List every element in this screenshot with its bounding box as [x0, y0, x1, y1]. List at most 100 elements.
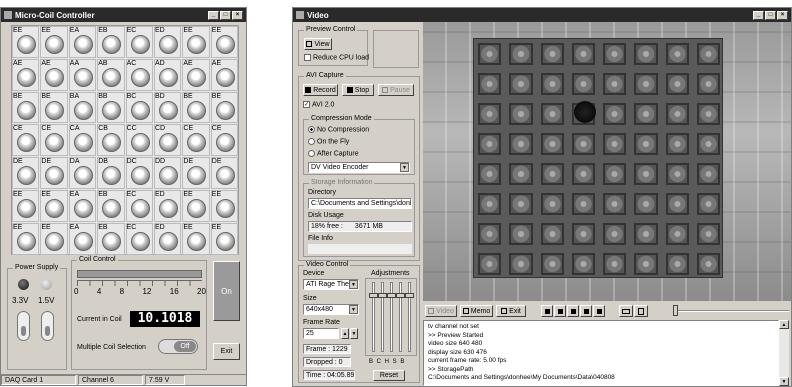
coil-cell[interactable]: BE	[182, 91, 210, 124]
switch-3v3[interactable]	[17, 311, 30, 341]
coil-cell[interactable]: EE	[210, 222, 239, 255]
coil-cell[interactable]: AA	[68, 58, 97, 91]
coil-cell[interactable]: EE	[40, 222, 68, 255]
coil-cell[interactable]: ED	[154, 26, 182, 58]
reduce-cpu-checkbox[interactable]: Reduce CPU load	[304, 54, 369, 61]
video-minimize-button[interactable]: _	[753, 10, 764, 20]
coil-cell[interactable]: BB	[97, 91, 125, 124]
coil-cell[interactable]: ED	[154, 190, 182, 222]
position-thumb[interactable]	[673, 305, 678, 316]
coil-cell[interactable]: EA	[68, 26, 97, 58]
coil-cell[interactable]: CE	[182, 124, 210, 157]
switch-1v5[interactable]	[41, 311, 54, 341]
coil-cell[interactable]: EC	[125, 26, 153, 58]
radio-on-the-fly[interactable]: On the Fly	[308, 138, 349, 145]
coil-cell[interactable]: EE	[182, 222, 210, 255]
frame-rate-down-button[interactable]: ▼	[350, 328, 358, 339]
minimize-button[interactable]: _	[208, 10, 219, 20]
exit-button[interactable]: Exit	[213, 343, 240, 360]
coil-cell[interactable]: CC	[125, 124, 153, 157]
frame-btn-1[interactable]	[541, 305, 553, 317]
video-toggle-button[interactable]: Video	[425, 305, 457, 317]
video-close-button[interactable]: ×	[777, 10, 788, 20]
pause-button[interactable]: Pause	[378, 84, 414, 96]
coil-cell[interactable]: EE	[210, 26, 239, 58]
save-file-button[interactable]	[634, 305, 648, 317]
coil-cell[interactable]: BE	[210, 91, 239, 124]
view-button[interactable]: View	[304, 38, 332, 50]
directory-field[interactable]: C:\Documents and Settings\donhe	[308, 198, 412, 209]
coil-cell[interactable]: CB	[97, 124, 125, 157]
maximize-button[interactable]: □	[220, 10, 231, 20]
exit-video-button[interactable]: Exit	[496, 305, 526, 317]
coil-cell[interactable]: EE	[12, 26, 40, 58]
frame-btn-2[interactable]	[554, 305, 566, 317]
coil-cell[interactable]: EB	[97, 190, 125, 222]
memo-button[interactable]: Memo	[460, 305, 493, 317]
coil-cell[interactable]: DE	[12, 157, 40, 189]
coil-cell[interactable]: EC	[125, 190, 153, 222]
coil-cell[interactable]: EE	[210, 190, 239, 222]
coil-cell[interactable]: ED	[154, 222, 182, 255]
coil-cell[interactable]: DC	[125, 157, 153, 189]
coil-cell[interactable]: DB	[97, 157, 125, 189]
avi2-checkbox[interactable]: ✓ AVI 2.0	[303, 101, 334, 108]
coil-cell[interactable]: EE	[182, 190, 210, 222]
coil-cell[interactable]: EC	[125, 222, 153, 255]
coil-cell[interactable]: EE	[40, 26, 68, 58]
coil-cell[interactable]: DD	[154, 157, 182, 189]
log-box[interactable]: tv channel not set >> Preview Started vi…	[423, 320, 779, 386]
coil-cell[interactable]: BE	[40, 91, 68, 124]
coil-cell[interactable]: AB	[97, 58, 125, 91]
coil-cell[interactable]: BC	[125, 91, 153, 124]
coil-cell[interactable]: BA	[68, 91, 97, 124]
coil-cell[interactable]: EA	[68, 222, 97, 255]
coil-cell[interactable]: CA	[68, 124, 97, 157]
brightness-slider[interactable]	[369, 282, 378, 352]
frame-btn-4[interactable]	[580, 305, 592, 317]
b-slider[interactable]	[405, 282, 414, 352]
coil-cell[interactable]: DE	[40, 157, 68, 189]
record-button[interactable]: Record	[303, 84, 338, 96]
coil-cell[interactable]: DE	[182, 157, 210, 189]
encoder-select[interactable]: DV Video Encoder ▼	[308, 162, 410, 173]
multi-coil-toggle[interactable]: Off	[158, 339, 198, 354]
scroll-down-icon[interactable]: ▼	[779, 377, 789, 386]
coil-cell[interactable]: AC	[125, 58, 153, 91]
position-track[interactable]	[673, 310, 789, 312]
radio-after-capture[interactable]: After Capture	[308, 150, 359, 157]
coil-cell[interactable]: AE	[210, 58, 239, 91]
coil-cell[interactable]: EB	[97, 222, 125, 255]
coil-cell[interactable]: DA	[68, 157, 97, 189]
coil-cell[interactable]: CE	[40, 124, 68, 157]
coil-cell[interactable]: EE	[12, 222, 40, 255]
frame-btn-5[interactable]	[593, 305, 605, 317]
frame-rate-input[interactable]: 25	[303, 328, 339, 339]
coil-cell[interactable]: AE	[40, 58, 68, 91]
on-button[interactable]: On	[213, 261, 240, 321]
open-folder-button[interactable]	[619, 305, 633, 317]
radio-no-compression[interactable]: No Compression	[308, 126, 369, 133]
coil-cell[interactable]: EA	[68, 190, 97, 222]
coil-cell[interactable]: EB	[97, 26, 125, 58]
contrast-slider[interactable]	[378, 282, 387, 352]
coil-cell[interactable]: DE	[210, 157, 239, 189]
size-select[interactable]: 640x480 ▼	[303, 304, 359, 315]
coil-cell[interactable]: AD	[154, 58, 182, 91]
stop-button[interactable]: Stop	[342, 84, 374, 96]
hue-slider[interactable]	[387, 282, 396, 352]
coil-cell[interactable]: EE	[40, 190, 68, 222]
reset-button[interactable]: Reset	[373, 370, 405, 381]
coil-cell[interactable]: BD	[154, 91, 182, 124]
log-scrollbar[interactable]: ▲ ▼	[779, 320, 789, 386]
coil-cell[interactable]: BE	[12, 91, 40, 124]
close-button[interactable]: ×	[232, 10, 243, 20]
coil-cell[interactable]: EE	[12, 190, 40, 222]
frame-rate-up-button[interactable]: ▲	[341, 328, 349, 339]
coil-cell[interactable]: AE	[182, 58, 210, 91]
saturation-slider[interactable]	[396, 282, 405, 352]
coil-cell[interactable]: CE	[12, 124, 40, 157]
device-select[interactable]: ATI Rage The ▼	[303, 279, 359, 290]
coil-cell[interactable]: CE	[210, 124, 239, 157]
coil-cell[interactable]: CD	[154, 124, 182, 157]
